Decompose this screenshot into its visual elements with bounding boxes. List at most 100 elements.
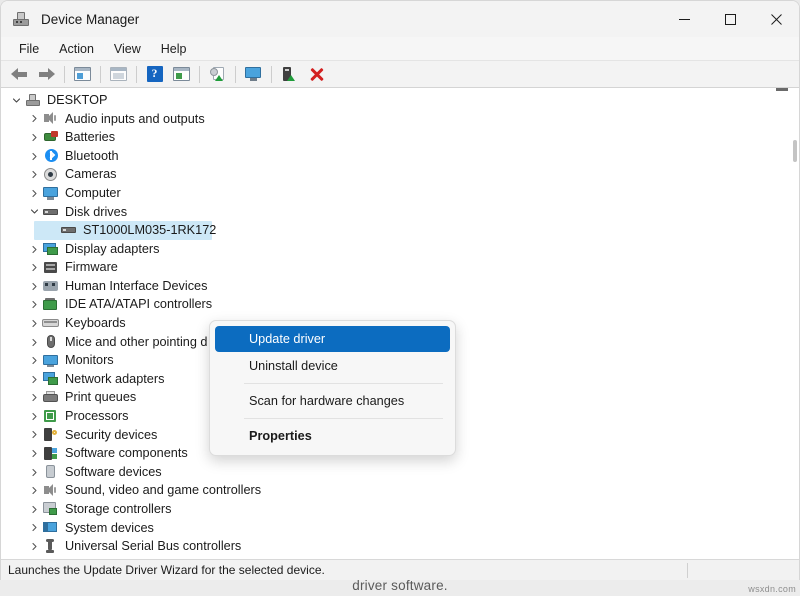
menubar: File Action View Help <box>1 37 799 61</box>
chevron-right-icon[interactable] <box>27 152 42 161</box>
tree-item-label: Cameras <box>65 168 116 181</box>
device-manager-icon <box>12 10 30 28</box>
chevron-right-icon[interactable] <box>27 505 42 514</box>
chevron-down-icon[interactable] <box>9 96 24 105</box>
tree-item-human-interface-devices[interactable]: Human Interface Devices <box>1 277 799 296</box>
chevron-right-icon[interactable] <box>27 189 42 198</box>
forward-button[interactable] <box>33 63 60 86</box>
uninstall-device-button[interactable] <box>303 63 330 86</box>
tree-item-bluetooth[interactable]: Bluetooth <box>1 147 799 166</box>
chevron-right-icon[interactable] <box>27 356 42 365</box>
tree-item-label: Print queues <box>65 391 136 404</box>
tree-item-firmware[interactable]: Firmware <box>1 258 799 277</box>
tree-item-desktop[interactable]: DESKTOP <box>1 91 799 110</box>
tree-item-display-adapters[interactable]: Display adapters <box>1 240 799 259</box>
tree-item-label: Monitors <box>65 354 114 367</box>
toolbar-separator <box>136 66 137 83</box>
bluetooth-icon <box>42 148 60 164</box>
arrow-left-icon <box>11 67 28 82</box>
menu-view[interactable]: View <box>104 39 151 59</box>
back-button[interactable] <box>6 63 33 86</box>
tree-item-label: Software components <box>65 447 188 460</box>
disk-drive-icon <box>42 204 60 220</box>
properties-button[interactable] <box>105 63 132 86</box>
red-x-icon <box>309 67 324 82</box>
scrollbar-thumb[interactable] <box>793 140 797 162</box>
security-device-icon <box>42 427 60 443</box>
tree-item-audio[interactable]: Audio inputs and outputs <box>1 110 799 129</box>
toolbar-separator <box>199 66 200 83</box>
tree-item-storage-controllers[interactable]: Storage controllers <box>1 500 799 519</box>
help-button[interactable]: ? <box>141 63 168 86</box>
tree-item-label: Disk drives <box>65 206 127 219</box>
context-menu-item-properties[interactable]: Properties <box>215 423 450 449</box>
chevron-right-icon[interactable] <box>27 133 42 142</box>
show-hide-console-tree-button[interactable] <box>69 63 96 86</box>
context-menu-item-scan-for-hardware-changes[interactable]: Scan for hardware changes <box>215 388 450 414</box>
context-menu-item-update-driver[interactable]: Update driver <box>215 326 450 352</box>
tree-item-label: Sound, video and game controllers <box>65 484 261 497</box>
update-driver-button[interactable] <box>204 63 231 86</box>
tree-item-usb-controllers[interactable]: Universal Serial Bus controllers <box>1 537 799 556</box>
system-device-icon <box>42 520 60 536</box>
chevron-down-icon[interactable] <box>27 207 42 216</box>
chevron-right-icon[interactable] <box>27 300 42 309</box>
tree-item-label: Audio inputs and outputs <box>65 113 205 126</box>
context-menu: Update driver Uninstall device Scan for … <box>209 320 456 456</box>
chevron-right-icon[interactable] <box>27 114 42 123</box>
tree-item-batteries[interactable]: Batteries <box>1 128 799 147</box>
titlebar: Device Manager <box>1 1 799 37</box>
tree-item-st1000lm035[interactable]: ST1000LM035-1RK172 <box>1 221 799 240</box>
status-text: Launches the Update Driver Wizard for th… <box>1 563 325 577</box>
mouse-icon <box>42 334 60 350</box>
close-button[interactable] <box>753 1 799 37</box>
maximize-button[interactable] <box>707 1 753 37</box>
chevron-right-icon[interactable] <box>27 430 42 439</box>
scan-hardware-changes-button[interactable] <box>240 63 267 86</box>
tree-item-label: Firmware <box>65 261 118 274</box>
monitor-icon <box>42 353 60 369</box>
menu-action[interactable]: Action <box>49 39 104 59</box>
tree-item-cameras[interactable]: Cameras <box>1 165 799 184</box>
add-legacy-hardware-button[interactable] <box>276 63 303 86</box>
tree-item-label: Universal Serial Bus controllers <box>65 540 241 553</box>
tree-item-sound-controllers[interactable]: Sound, video and game controllers <box>1 481 799 500</box>
chevron-right-icon[interactable] <box>27 486 42 495</box>
computer-desktop-icon <box>24 92 42 108</box>
sound-controller-icon <box>42 483 60 499</box>
view-button[interactable] <box>168 63 195 86</box>
chevron-right-icon[interactable] <box>27 468 42 477</box>
tree-item-ide-controllers[interactable]: IDE ATA/ATAPI controllers <box>1 296 799 315</box>
chevron-right-icon[interactable] <box>27 412 42 421</box>
statusbar: Launches the Update Driver Wizard for th… <box>1 559 800 580</box>
chevron-right-icon[interactable] <box>27 170 42 179</box>
chevron-right-icon[interactable] <box>27 449 42 458</box>
chevron-right-icon[interactable] <box>27 263 42 272</box>
storage-controller-icon <box>42 501 60 517</box>
menu-help[interactable]: Help <box>151 39 197 59</box>
tree-item-computer[interactable]: Computer <box>1 184 799 203</box>
battery-icon <box>42 129 60 145</box>
tree-item-system-devices[interactable]: System devices <box>1 519 799 538</box>
chevron-right-icon[interactable] <box>27 282 42 291</box>
chevron-right-icon[interactable] <box>27 393 42 402</box>
context-menu-item-uninstall-device[interactable]: Uninstall device <box>215 353 450 379</box>
vertical-scrollbar[interactable] <box>788 88 799 561</box>
chevron-right-icon[interactable] <box>27 523 42 532</box>
ide-controller-icon <box>42 297 60 313</box>
chevron-right-icon[interactable] <box>27 319 42 328</box>
chevron-right-icon[interactable] <box>27 338 42 347</box>
usb-controller-icon <box>42 539 60 555</box>
chevron-right-icon[interactable] <box>27 245 42 254</box>
chevron-right-icon[interactable] <box>27 375 42 384</box>
console-tree-icon <box>74 67 91 81</box>
tree-item-label: Network adapters <box>65 373 164 386</box>
window-controls <box>661 1 799 37</box>
properties-window-icon <box>110 67 127 81</box>
menu-file[interactable]: File <box>9 39 49 59</box>
minimize-button[interactable] <box>661 1 707 37</box>
chevron-right-icon[interactable] <box>27 542 42 551</box>
tree-item-software-devices[interactable]: Software devices <box>1 463 799 482</box>
tree-item-disk-drives[interactable]: Disk drives <box>1 203 799 222</box>
view-window-icon <box>173 67 190 81</box>
